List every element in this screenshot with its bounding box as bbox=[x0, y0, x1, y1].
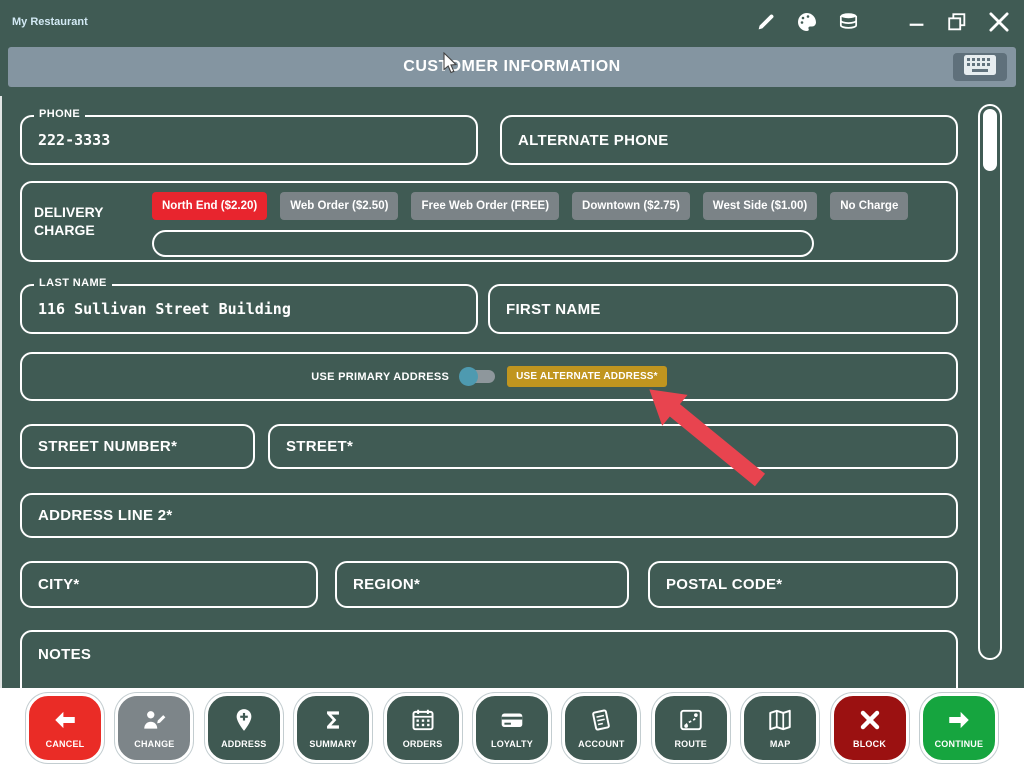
street-field[interactable]: STREET* bbox=[268, 424, 958, 469]
sigma-icon bbox=[318, 707, 348, 738]
keyboard-icon bbox=[963, 54, 997, 81]
map-label: MAP bbox=[770, 739, 791, 749]
restore-button[interactable] bbox=[946, 11, 968, 33]
edit-pencil-icon[interactable] bbox=[755, 11, 777, 33]
vertical-scrollbar[interactable] bbox=[978, 104, 1002, 660]
minimize-button[interactable] bbox=[906, 11, 928, 33]
annotation-arrow bbox=[630, 382, 790, 502]
summary-button[interactable]: SUMMARY bbox=[294, 693, 372, 763]
first-name-field[interactable]: FIRST NAME bbox=[488, 284, 958, 334]
keyboard-button[interactable] bbox=[953, 53, 1007, 81]
delivery-option-west-side[interactable]: West Side ($1.00) bbox=[703, 192, 817, 220]
account-label: ACCOUNT bbox=[578, 739, 624, 749]
delivery-option-no-charge[interactable]: No Charge bbox=[830, 192, 908, 220]
delivery-charge-section: DELIVERY CHARGE North End ($2.20) Web Or… bbox=[20, 181, 958, 262]
header-bar: CUSTOMER INFORMATION bbox=[8, 47, 1016, 87]
bottom-navbar: CANCEL CHANGE ADDRESS bbox=[0, 688, 1024, 768]
first-name-label: FIRST NAME bbox=[506, 301, 601, 318]
change-label: CHANGE bbox=[134, 739, 174, 749]
use-primary-address-label: USE PRIMARY ADDRESS bbox=[311, 371, 449, 383]
city-field[interactable]: CITY* bbox=[20, 561, 318, 608]
delivery-option-downtown[interactable]: Downtown ($2.75) bbox=[572, 192, 690, 220]
use-primary-address-toggle[interactable] bbox=[461, 370, 495, 383]
address-line2-field[interactable]: ADDRESS LINE 2* bbox=[20, 493, 958, 538]
phone-value: 222-3333 bbox=[38, 131, 110, 149]
delivery-option-north-end[interactable]: North End ($2.20) bbox=[152, 192, 267, 220]
delivery-option-web-order[interactable]: Web Order ($2.50) bbox=[280, 192, 398, 220]
scrollbar-thumb[interactable] bbox=[983, 109, 997, 171]
toggle-knob bbox=[459, 367, 478, 386]
address-line2-label: ADDRESS LINE 2* bbox=[38, 507, 173, 524]
region-field[interactable]: REGION* bbox=[335, 561, 629, 608]
close-button[interactable] bbox=[986, 9, 1012, 35]
loyalty-card-icon bbox=[497, 707, 527, 738]
street-number-label: STREET NUMBER* bbox=[38, 438, 177, 455]
page-title: CUSTOMER INFORMATION bbox=[403, 58, 620, 76]
continue-button[interactable]: CONTINUE bbox=[920, 693, 998, 763]
phone-field[interactable]: PHONE 222-3333 bbox=[20, 115, 478, 165]
region-label: REGION* bbox=[353, 576, 420, 593]
street-number-field[interactable]: STREET NUMBER* bbox=[20, 424, 255, 469]
arrow-right-icon bbox=[944, 707, 974, 738]
alternate-phone-field[interactable]: ALTERNATE PHONE bbox=[500, 115, 958, 165]
loyalty-button[interactable]: LOYALTY bbox=[473, 693, 551, 763]
address-button[interactable]: ADDRESS bbox=[205, 693, 283, 763]
route-map-icon bbox=[676, 707, 706, 738]
palette-icon[interactable] bbox=[795, 10, 819, 34]
folded-map-icon bbox=[765, 707, 795, 738]
calendar-icon bbox=[408, 707, 438, 738]
delivery-option-free-web-order[interactable]: Free Web Order (FREE) bbox=[411, 192, 559, 220]
orders-button[interactable]: ORDERS bbox=[384, 693, 462, 763]
account-button[interactable]: ACCOUNT bbox=[562, 693, 640, 763]
postal-code-label: POSTAL CODE* bbox=[666, 576, 782, 593]
database-icon[interactable] bbox=[837, 11, 860, 34]
cancel-label: CANCEL bbox=[46, 739, 85, 749]
city-label: CITY* bbox=[38, 576, 80, 593]
route-label: ROUTE bbox=[674, 739, 707, 749]
edit-customer-icon bbox=[139, 707, 169, 738]
delivery-charge-options: North End ($2.20) Web Order ($2.50) Free… bbox=[152, 192, 908, 220]
mouse-cursor bbox=[443, 52, 461, 81]
titlebar: My Restaurant bbox=[0, 0, 1024, 44]
route-button[interactable]: ROUTE bbox=[652, 693, 730, 763]
titlebar-icons bbox=[755, 9, 1012, 35]
change-button[interactable]: CHANGE bbox=[115, 693, 193, 763]
map-button[interactable]: MAP bbox=[741, 693, 819, 763]
block-x-icon bbox=[855, 707, 885, 738]
delivery-charge-custom-input[interactable] bbox=[152, 230, 814, 257]
alternate-phone-label: ALTERNATE PHONE bbox=[518, 132, 669, 149]
address-mode-row: USE PRIMARY ADDRESS USE ALTERNATE ADDRES… bbox=[20, 352, 958, 401]
delivery-charge-label: DELIVERY CHARGE bbox=[34, 203, 126, 241]
continue-label: CONTINUE bbox=[935, 739, 984, 749]
app-title: My Restaurant bbox=[12, 16, 88, 28]
street-label: STREET* bbox=[286, 438, 353, 455]
arrow-left-icon bbox=[50, 707, 80, 738]
notes-label: NOTES bbox=[38, 646, 91, 663]
address-label: ADDRESS bbox=[221, 739, 266, 749]
panel-left-edge bbox=[0, 96, 2, 688]
cancel-button[interactable]: CANCEL bbox=[26, 693, 104, 763]
postal-code-field[interactable]: POSTAL CODE* bbox=[648, 561, 958, 608]
last-name-label: LAST NAME bbox=[34, 277, 112, 289]
app-window: My Restaurant bbox=[0, 0, 1024, 768]
last-name-value: 116 Sullivan Street Building bbox=[38, 300, 291, 318]
location-pin-icon bbox=[229, 707, 259, 738]
block-label: BLOCK bbox=[853, 739, 886, 749]
receipt-icon bbox=[586, 707, 616, 738]
summary-label: SUMMARY bbox=[309, 739, 357, 749]
loyalty-label: LOYALTY bbox=[491, 739, 533, 749]
last-name-field[interactable]: LAST NAME 116 Sullivan Street Building bbox=[20, 284, 478, 334]
block-button[interactable]: BLOCK bbox=[831, 693, 909, 763]
phone-label: PHONE bbox=[34, 108, 85, 120]
orders-label: ORDERS bbox=[403, 739, 443, 749]
